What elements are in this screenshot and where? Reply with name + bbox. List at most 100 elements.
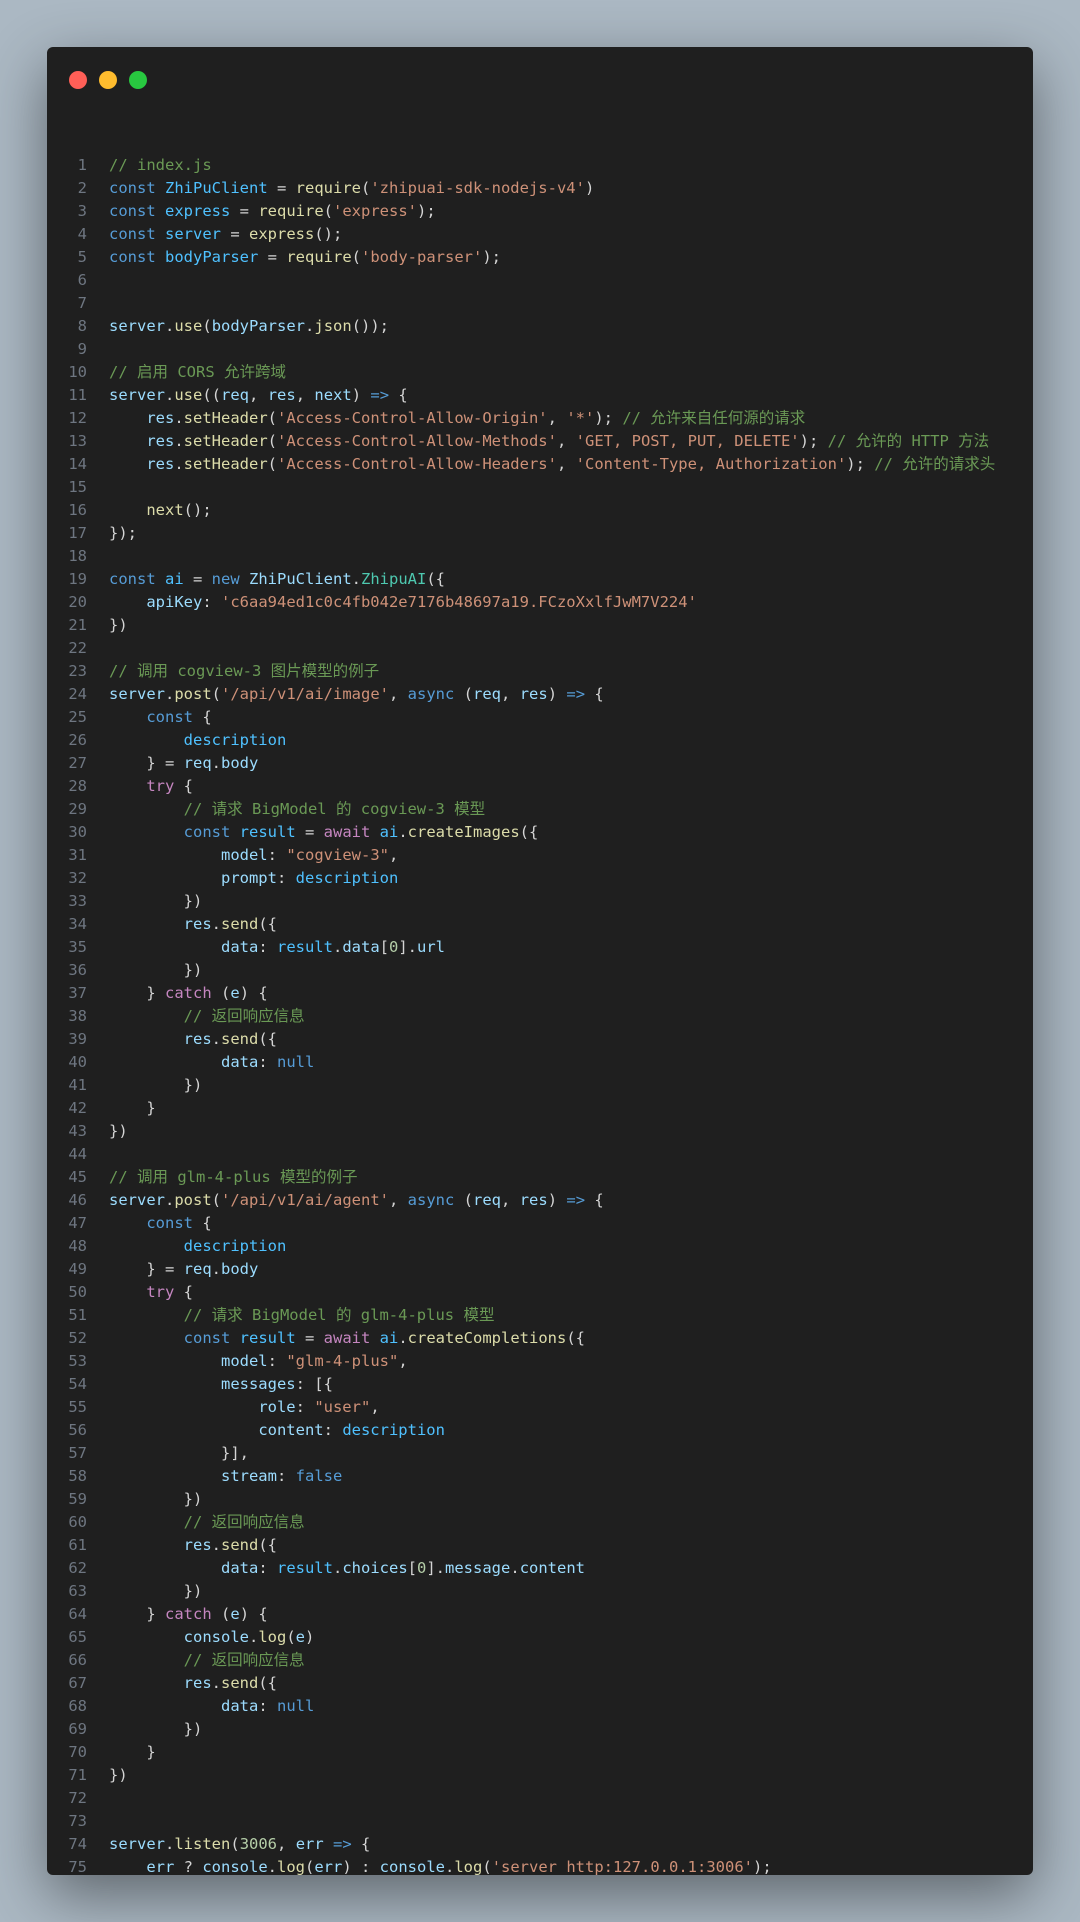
maximize-button[interactable] (129, 71, 147, 89)
line-text: res.send({ (109, 1534, 1033, 1557)
line-number: 56 (68, 1421, 87, 1439)
code-token: const (109, 225, 165, 243)
code-token: }) (109, 1720, 203, 1738)
code-token: url (417, 938, 446, 956)
minimize-button[interactable] (99, 71, 117, 89)
line-number: 9 (77, 340, 87, 358)
line-number: 35 (68, 938, 87, 956)
code-token: 'GET, POST, PUT, DELETE' (575, 432, 800, 450)
code-token: result (239, 823, 296, 841)
code-token: ( (267, 455, 278, 473)
close-button[interactable] (69, 71, 87, 89)
code-token: (); (183, 501, 212, 519)
code-token: ({ (566, 1329, 585, 1347)
line-number: 28 (68, 777, 87, 795)
line-text: res.setHeader('Access-Control-Allow-Meth… (109, 430, 1033, 453)
code-token: ({ (258, 915, 277, 933)
code-line: 58 stream: false (47, 1465, 1033, 1488)
code-token: // 返回响应信息 (183, 1513, 305, 1531)
code-token: . (211, 1674, 221, 1692)
line-text (109, 1787, 1033, 1810)
line-number: 17 (68, 524, 87, 542)
code-line: 52 const result = await ai.createComplet… (47, 1327, 1033, 1350)
code-token: 'server http:127.0.0.1:3006' (491, 1858, 753, 1875)
line-text: // 返回响应信息 (109, 1649, 1033, 1672)
code-line: 67 res.send({ (47, 1672, 1033, 1695)
line-number: 65 (68, 1628, 87, 1646)
line-number: 29 (68, 800, 87, 818)
line-number: 64 (68, 1605, 87, 1623)
line-number: 67 (68, 1674, 87, 1692)
code-token: e (295, 1628, 306, 1646)
code-token: , (501, 685, 520, 703)
code-token: listen (174, 1835, 231, 1853)
code-token: choices (342, 1559, 408, 1577)
line-number: 63 (68, 1582, 87, 1600)
code-token: , (370, 1398, 380, 1416)
code-token: = (230, 202, 259, 220)
code-token: } (109, 1605, 165, 1623)
line-text: // 返回响应信息 (109, 1005, 1033, 1028)
code-token: : (323, 1421, 343, 1439)
code-line: 2 const ZhiPuClient = require('zhipuai-sd… (47, 177, 1033, 200)
code-line: 70 } (47, 1741, 1033, 1764)
line-text: }); (109, 522, 1033, 545)
line-number: 7 (77, 294, 87, 312)
code-line: 44 (47, 1143, 1033, 1166)
code-token: ); (594, 409, 623, 427)
code-line: 57 }], (47, 1442, 1033, 1465)
code-token: }) (109, 1122, 128, 1140)
code-token: body (221, 754, 259, 772)
line-number: 66 (68, 1651, 87, 1669)
code-token: ai (379, 823, 399, 841)
code-token: }) (109, 892, 203, 910)
code-token: res (183, 1536, 212, 1554)
code-token: }); (109, 524, 137, 542)
line-text: err ? console.log(err) : console.log('se… (109, 1856, 1033, 1875)
code-token: res (146, 409, 175, 427)
code-line: 48 description (47, 1235, 1033, 1258)
line-number: 6 (77, 271, 87, 289)
code-token: ( (482, 1858, 492, 1875)
code-token: const (109, 179, 165, 197)
code-token: express (165, 202, 231, 220)
code-line: 36 }) (47, 959, 1033, 982)
line-number: 36 (68, 961, 87, 979)
code-line: 31 model: "cogview-3", (47, 844, 1033, 867)
code-token: ) (351, 386, 371, 404)
line-text: }) (109, 1580, 1033, 1603)
line-number: 4 (77, 225, 87, 243)
line-text: res.setHeader('Access-Control-Allow-Orig… (109, 407, 1033, 430)
line-number: 1 (77, 156, 87, 174)
line-number: 10 (68, 363, 87, 381)
code-token: setHeader (183, 432, 268, 450)
code-token: } (109, 1743, 156, 1761)
line-text: next(); (109, 499, 1033, 522)
line-text: server.use(bodyParser.json()); (109, 315, 1033, 338)
code-token: req (473, 1191, 502, 1209)
line-number: 53 (68, 1352, 87, 1370)
line-text: } catch (e) { (109, 982, 1033, 1005)
code-token: false (295, 1467, 343, 1485)
code-token: ZhipuAI (361, 570, 427, 588)
code-token: . (445, 1858, 455, 1875)
code-token: "user" (314, 1398, 371, 1416)
code-token: role (258, 1398, 296, 1416)
code-token: req (183, 1260, 212, 1278)
line-number: 44 (68, 1145, 87, 1163)
code-token: ( (323, 202, 333, 220)
code-token: . (211, 1030, 221, 1048)
code-line: 68 data: null (47, 1695, 1033, 1718)
line-text: // 调用 cogview-3 图片模型的例子 (109, 660, 1033, 683)
code-token: const (109, 570, 165, 588)
code-token: = (221, 225, 249, 243)
code-token: , (501, 1191, 520, 1209)
code-token: 3006 (239, 1835, 278, 1853)
code-token: . (398, 1329, 408, 1347)
